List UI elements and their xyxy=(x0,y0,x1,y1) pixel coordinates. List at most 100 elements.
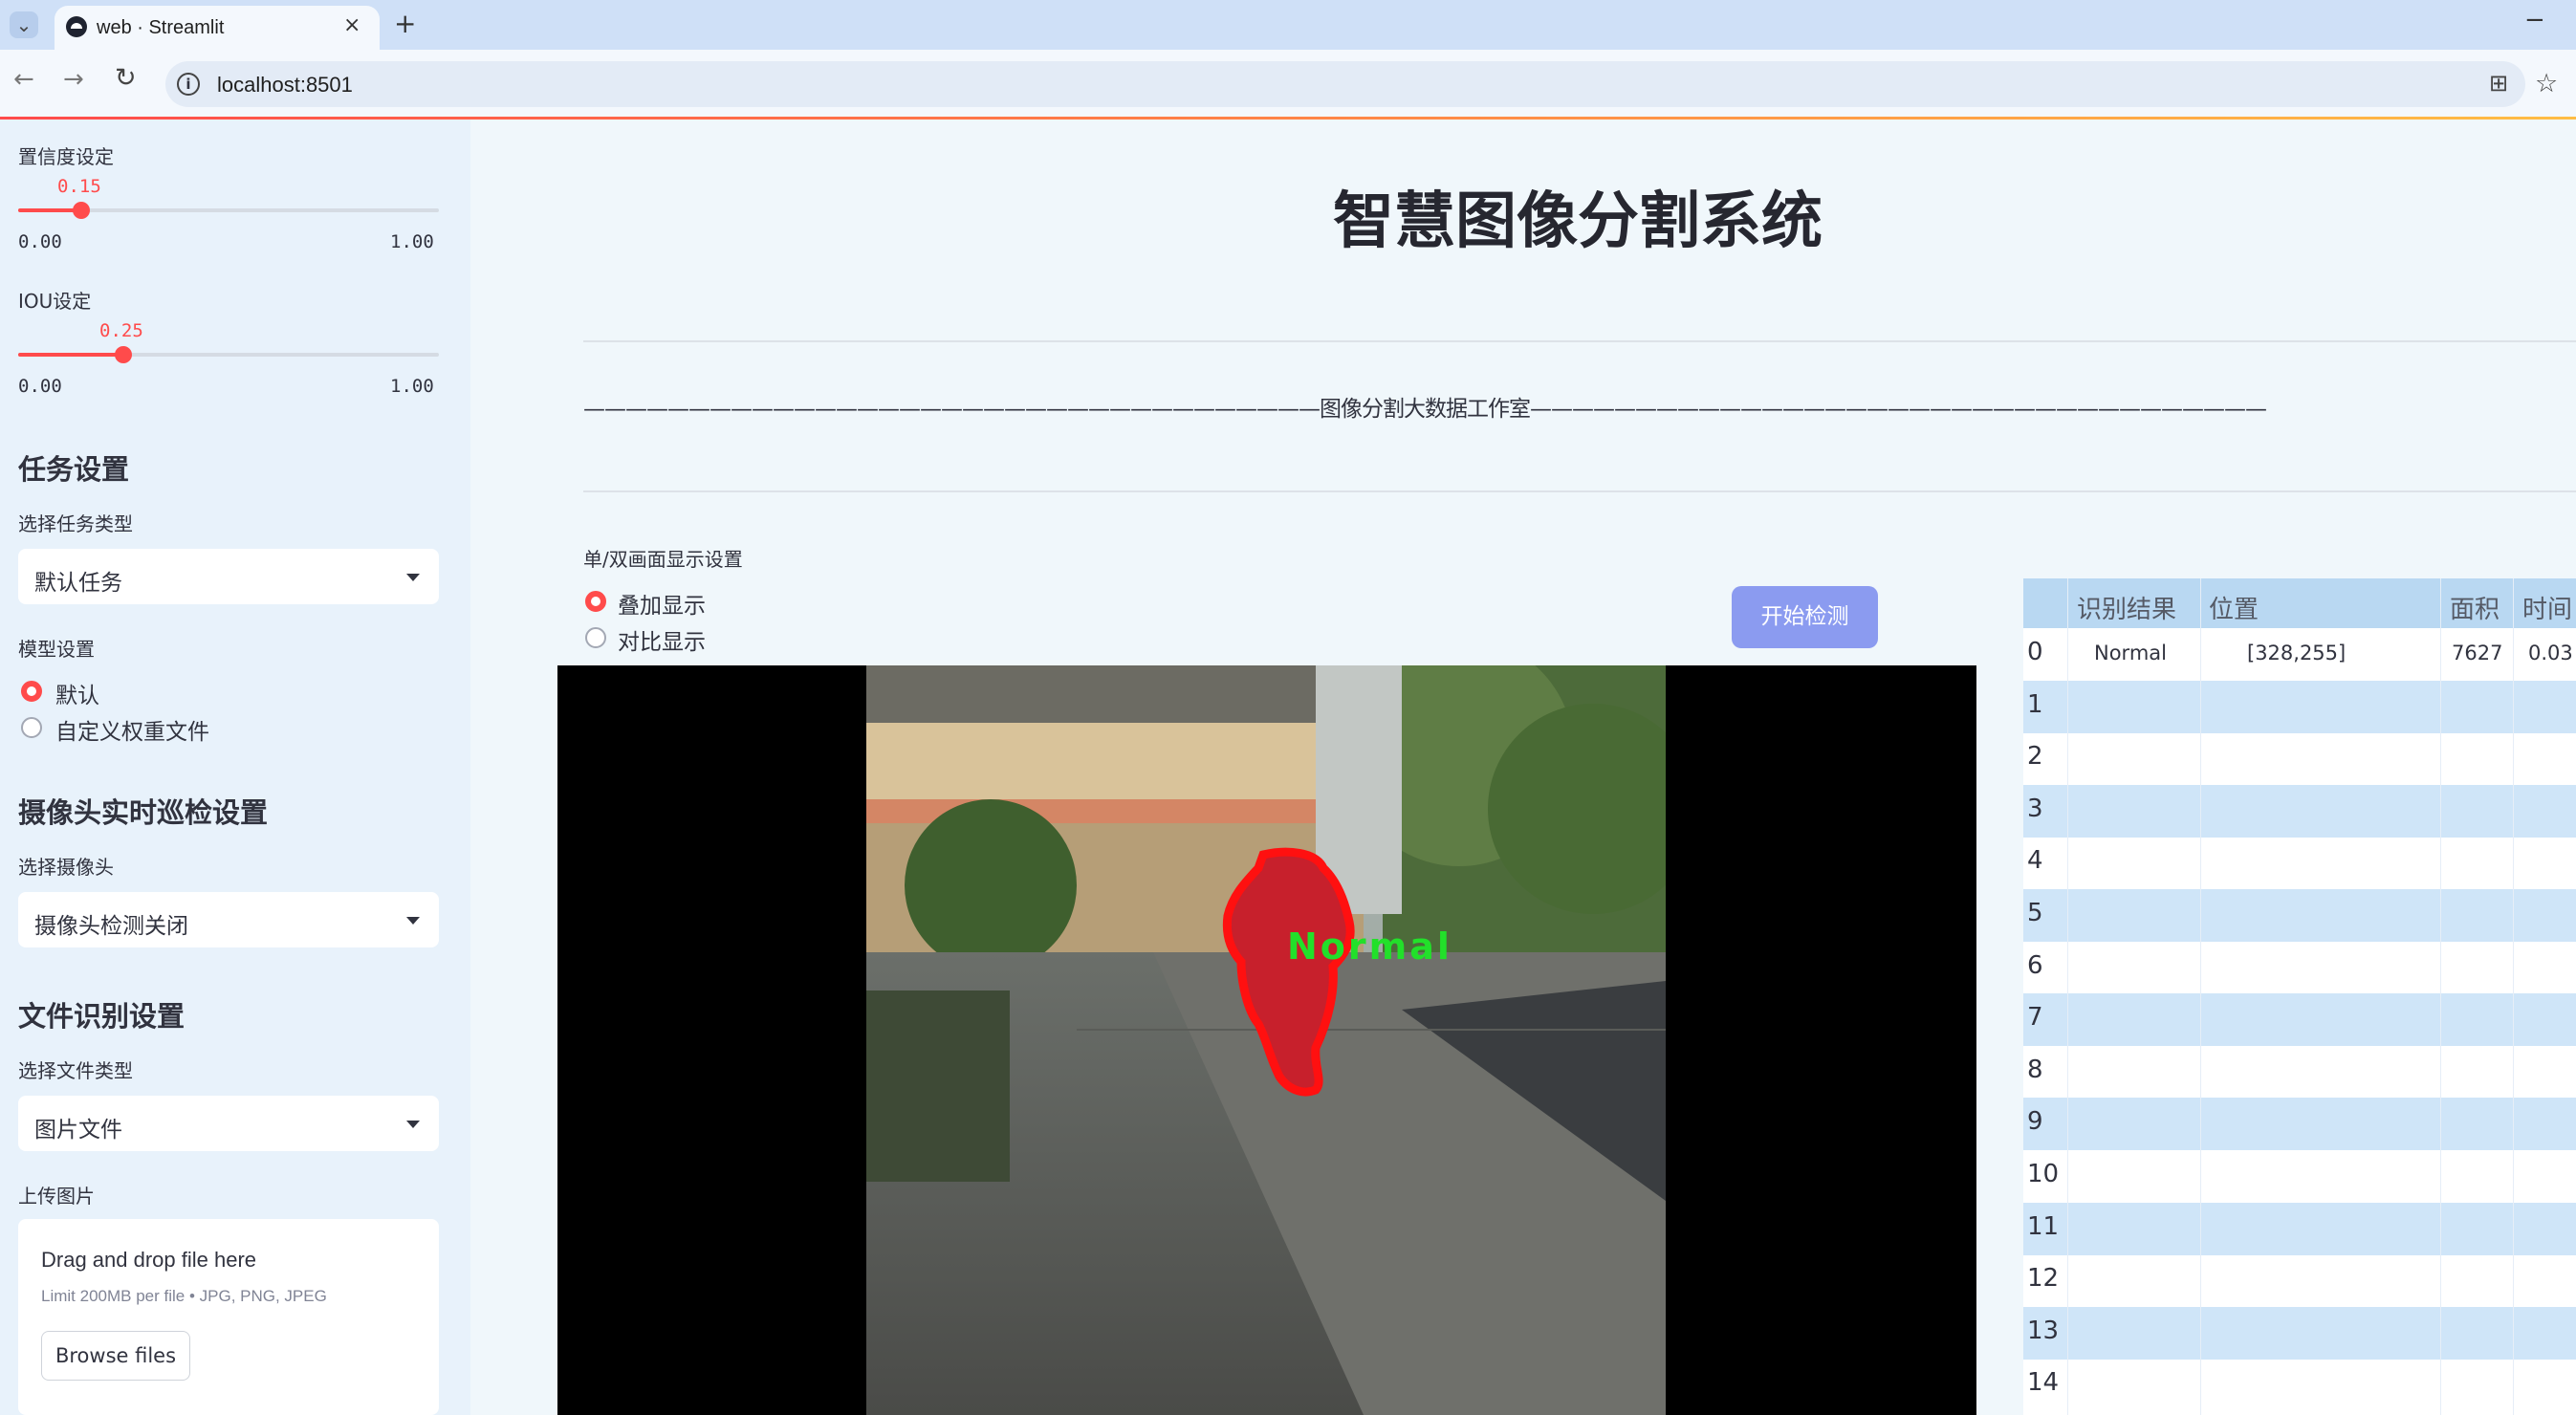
table-row[interactable]: 5 xyxy=(2023,889,2576,942)
display-radio-compare[interactable] xyxy=(585,627,606,648)
back-icon[interactable]: ← xyxy=(13,65,34,94)
camera-select[interactable]: 摄像头检测关闭 xyxy=(18,892,439,947)
divider xyxy=(583,340,2576,342)
column-divider xyxy=(2200,578,2201,1415)
results-table[interactable]: 识别结果 位置 面积 时间 0 Normal [328,255] 7627 0.03 1 2… xyxy=(2023,578,2576,1415)
camera-scene-image: Normal xyxy=(866,665,1666,1415)
table-row[interactable]: 14 xyxy=(2023,1359,2576,1411)
subtitle: ———————————————————————————————————图像分割大… xyxy=(583,397,2267,422)
column-header-time: 时间 xyxy=(2522,596,2573,624)
camera-select-value: 摄像头检测关闭 xyxy=(34,914,188,939)
table-row[interactable]: 10 xyxy=(2023,1150,2576,1203)
column-divider xyxy=(2067,578,2068,1415)
display-radio-overlay[interactable] xyxy=(585,591,606,612)
table-row[interactable]: 3 xyxy=(2023,784,2576,838)
file-type-select-value: 图片文件 xyxy=(34,1118,122,1143)
column-header-position: 位置 xyxy=(2209,596,2259,624)
row-index: 13 xyxy=(2027,1316,2060,1345)
cell-position: [328,255] xyxy=(2247,642,2347,664)
table-row[interactable]: 12 xyxy=(2023,1254,2576,1307)
chevron-down-icon xyxy=(406,1121,420,1128)
model-option-custom[interactable]: 自定义权重文件 xyxy=(55,713,209,746)
chevron-down-icon xyxy=(406,574,420,581)
table-row[interactable]: 13 xyxy=(2023,1306,2576,1360)
display-option-overlay[interactable]: 叠加显示 xyxy=(618,587,706,620)
upload-label: 上传图片 xyxy=(18,1185,95,1208)
confidence-label: 置信度设定 xyxy=(18,145,114,168)
confidence-max: 1.00 xyxy=(390,231,434,252)
table-row[interactable]: 7 xyxy=(2023,993,2576,1047)
task-select-label: 选择任务类型 xyxy=(18,512,133,535)
detection-label: Normal xyxy=(1287,925,1452,968)
file-type-label: 选择文件类型 xyxy=(18,1059,133,1082)
confidence-value: 0.15 xyxy=(57,176,101,197)
scene-svg xyxy=(866,665,1666,1415)
table-row[interactable]: 6 xyxy=(2023,942,2576,994)
browser-tab-strip: ⌄ web · Streamlit × + − xyxy=(0,0,2576,50)
site-info-icon[interactable]: i xyxy=(177,73,200,96)
task-select[interactable]: 默认任务 xyxy=(18,549,439,604)
table-row[interactable]: 8 xyxy=(2023,1046,2576,1099)
row-index: 3 xyxy=(2027,794,2043,823)
close-icon[interactable]: × xyxy=(343,13,360,37)
iou-max: 1.00 xyxy=(390,376,434,397)
streamlit-logo-icon-mark xyxy=(71,23,82,29)
camera-settings-header: 摄像头实时巡检设置 xyxy=(18,796,269,829)
row-index: 11 xyxy=(2027,1211,2060,1241)
task-settings-header: 任务设置 xyxy=(18,453,130,486)
row-index: 6 xyxy=(2027,950,2043,980)
reload-icon[interactable]: ↻ xyxy=(115,63,137,93)
display-option-compare[interactable]: 对比显示 xyxy=(618,623,706,656)
detection-video-frame: Normal xyxy=(557,665,1976,1415)
iou-slider-thumb[interactable] xyxy=(115,346,132,363)
divider xyxy=(583,490,2576,492)
forward-icon[interactable]: → xyxy=(63,65,84,94)
confidence-slider-thumb[interactable] xyxy=(73,202,90,219)
iou-slider-fill xyxy=(18,353,123,357)
table-row[interactable]: 1 xyxy=(2023,680,2576,733)
translate-icon[interactable]: ⊞ xyxy=(2489,70,2508,97)
address-bar[interactable]: i localhost:8501 ⊞ ☆ xyxy=(165,61,2558,107)
start-detection-button[interactable]: 开始检测 xyxy=(1732,586,1878,648)
dropzone-text: Drag and drop file here xyxy=(41,1248,257,1272)
table-row[interactable]: 4 xyxy=(2023,837,2576,889)
row-index: 4 xyxy=(2027,846,2043,876)
model-radio-custom[interactable] xyxy=(21,717,42,738)
row-index: 5 xyxy=(2027,899,2043,927)
row-index: 12 xyxy=(2027,1264,2060,1294)
browser-tab[interactable]: web · Streamlit × xyxy=(55,6,380,50)
table-row[interactable]: 2 xyxy=(2023,732,2576,785)
row-index: 9 xyxy=(2027,1107,2043,1137)
row-index: 1 xyxy=(2027,689,2043,719)
model-option-default[interactable]: 默认 xyxy=(55,677,99,709)
table-row[interactable]: 9 xyxy=(2023,1098,2576,1151)
model-settings-label: 模型设置 xyxy=(18,638,95,661)
file-settings-header: 文件识别设置 xyxy=(18,1000,186,1033)
chevron-down-icon xyxy=(406,917,420,925)
iou-label: IOU设定 xyxy=(18,290,92,313)
minimize-icon[interactable]: − xyxy=(2524,6,2545,34)
new-tab-icon[interactable]: + xyxy=(394,8,416,39)
table-row[interactable]: 11 xyxy=(2023,1202,2576,1255)
url-text: localhost:8501 xyxy=(217,73,353,97)
page-title: 智慧图像分割系统 xyxy=(1333,186,1823,257)
column-header-area: 面积 xyxy=(2450,596,2500,624)
table-row[interactable]: 0 Normal [328,255] 7627 0.03 xyxy=(2023,628,2576,681)
row-index: 7 xyxy=(2027,1003,2043,1033)
tab-list-icon[interactable]: ⌄ xyxy=(10,11,38,38)
column-divider xyxy=(2440,578,2441,1415)
model-radio-default[interactable] xyxy=(21,681,42,702)
row-index: 14 xyxy=(2027,1368,2060,1398)
iou-value: 0.25 xyxy=(99,320,143,341)
column-header-result: 识别结果 xyxy=(2077,596,2177,624)
file-type-select[interactable]: 图片文件 xyxy=(18,1096,439,1151)
iou-min: 0.00 xyxy=(18,376,62,397)
row-index: 0 xyxy=(2027,638,2043,666)
bookmark-star-icon[interactable]: ☆ xyxy=(2535,69,2558,98)
row-index: 2 xyxy=(2027,742,2043,772)
cell-time: 0.03 xyxy=(2528,642,2573,664)
tab-title: web · Streamlit xyxy=(97,17,225,38)
cell-result: Normal xyxy=(2094,642,2167,664)
browse-files-button[interactable]: Browse files xyxy=(41,1331,190,1381)
row-index: 10 xyxy=(2027,1160,2060,1188)
